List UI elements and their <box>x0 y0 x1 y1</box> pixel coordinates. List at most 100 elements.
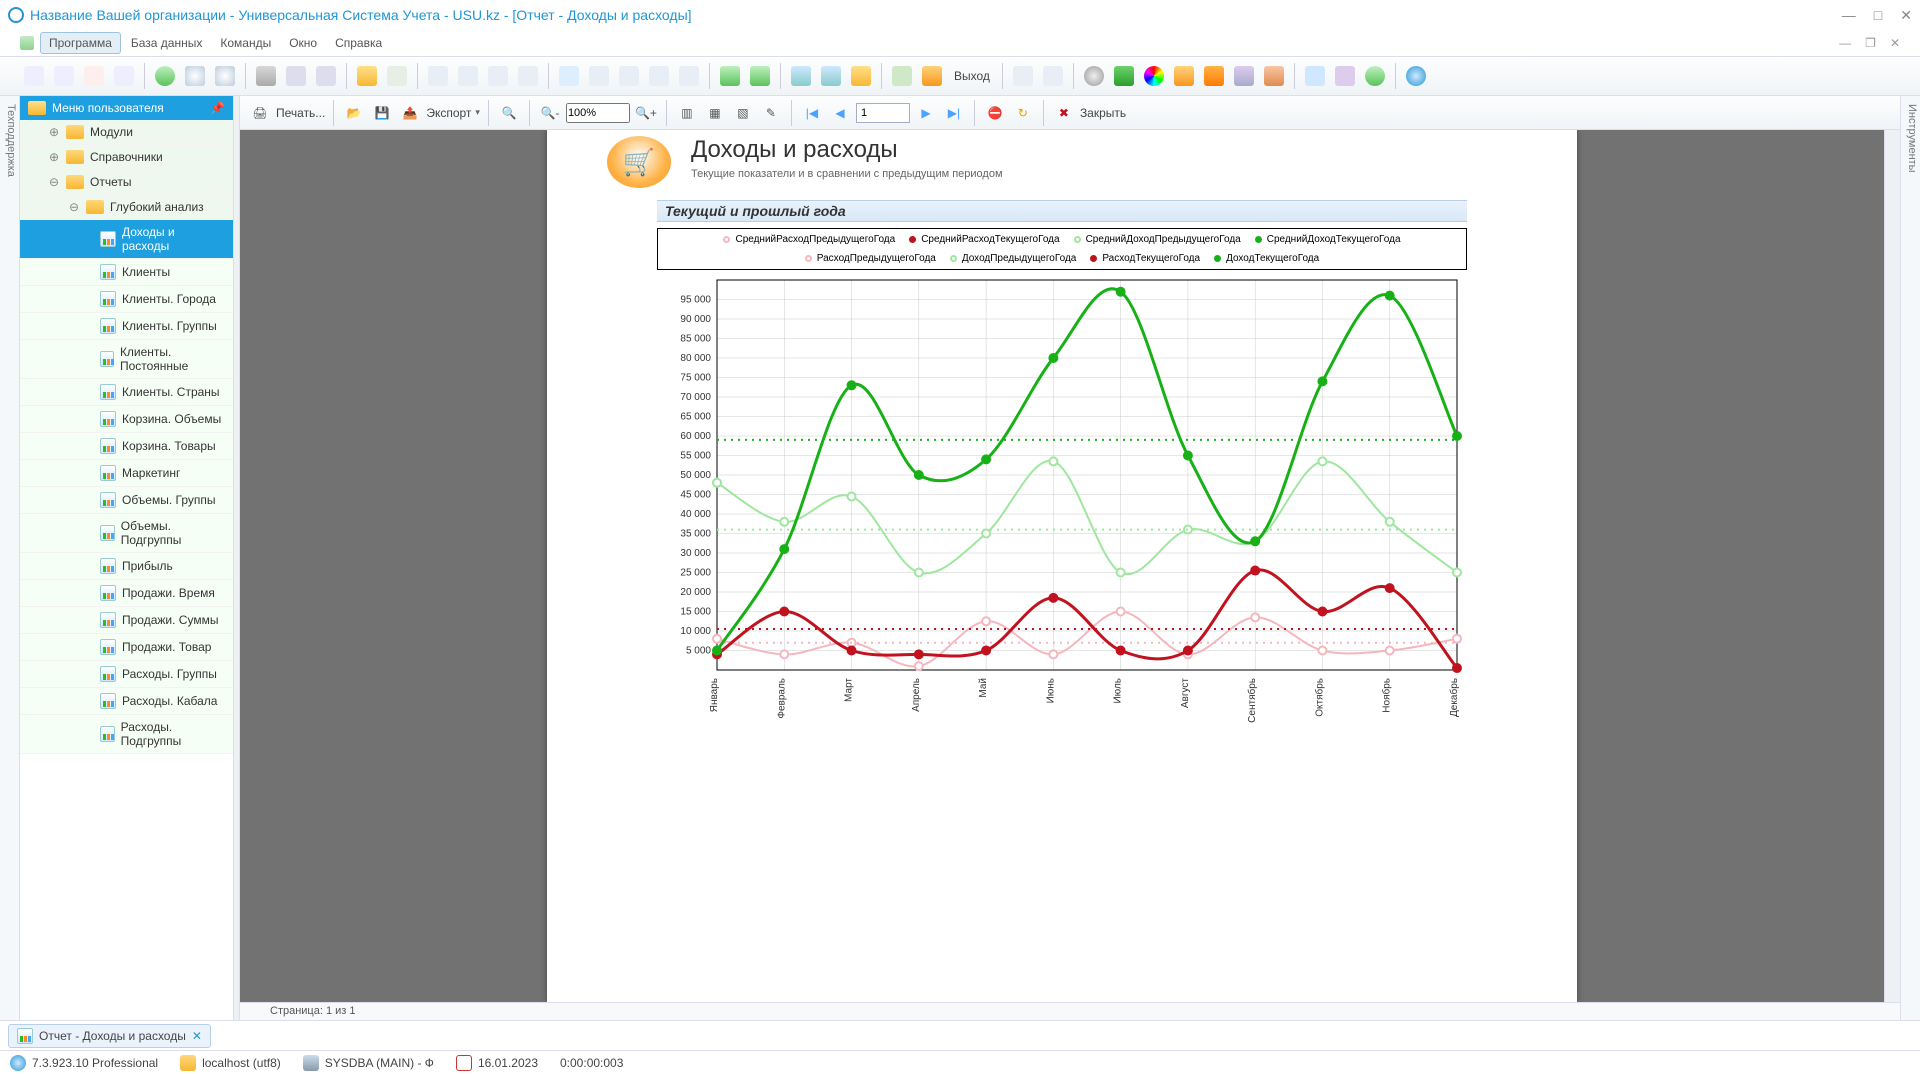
nav-item-11[interactable]: Прибыль <box>20 553 233 580</box>
nav-item-8[interactable]: Маркетинг <box>20 460 233 487</box>
minimize-icon[interactable]: — <box>1842 7 1856 24</box>
tb-view-cfg[interactable] <box>817 62 845 90</box>
rt-close-icon[interactable]: ✖ <box>1052 101 1076 125</box>
tb-excel2[interactable] <box>746 62 774 90</box>
nav-item-15[interactable]: Расходы. Группы <box>20 661 233 688</box>
tb-tree3[interactable] <box>484 62 512 90</box>
tb-exit-label[interactable]: Выход <box>948 69 996 83</box>
tb-refresh[interactable] <box>151 62 179 90</box>
tb-filter3[interactable] <box>312 62 340 90</box>
tb-edit[interactable] <box>80 62 108 90</box>
rt-next-icon[interactable]: ▶ <box>914 101 938 125</box>
rt-close[interactable]: Закрыть <box>1080 106 1126 120</box>
tb-plug[interactable] <box>888 62 916 90</box>
tab-close-icon[interactable]: ✕ <box>192 1029 202 1043</box>
rt-layout4[interactable]: ✎ <box>759 101 783 125</box>
rt-zoom-in-icon[interactable]: 🔍+ <box>634 101 658 125</box>
menu-program[interactable]: Программа <box>40 32 121 54</box>
report-scrollbar[interactable] <box>1884 130 1900 1002</box>
nav-item-14[interactable]: Продажи. Товар <box>20 634 233 661</box>
tb-new[interactable] <box>20 62 48 90</box>
tb-print[interactable] <box>1331 62 1359 90</box>
tb-user[interactable] <box>1230 62 1258 90</box>
nav-item-9[interactable]: Объемы. Группы <box>20 487 233 514</box>
left-dock-tab[interactable]: Техподдержка <box>0 96 20 1020</box>
tb-tbl4[interactable] <box>675 62 703 90</box>
tb-panel1[interactable] <box>1009 62 1037 90</box>
menu-window[interactable]: Окно <box>281 33 325 53</box>
tb-add[interactable] <box>555 62 583 90</box>
rt-open-icon[interactable]: 📂 <box>342 101 366 125</box>
report-viewport[interactable]: 🛒 Доходы и расходы Текущие показатели и … <box>240 130 1884 1002</box>
rt-first-icon[interactable]: |◀ <box>800 101 824 125</box>
tb-color[interactable] <box>1140 62 1168 90</box>
rt-print[interactable]: Печать... <box>276 106 325 120</box>
close-icon[interactable]: ✕ <box>1900 7 1912 24</box>
tb-tbl3[interactable] <box>645 62 673 90</box>
mdi-restore-icon[interactable]: ❐ <box>1865 36 1876 50</box>
tb-view-del[interactable] <box>787 62 815 90</box>
rt-layout2[interactable]: ▦ <box>703 101 727 125</box>
nav-item-0[interactable]: Доходы и расходы <box>20 220 233 259</box>
mdi-minimize-icon[interactable]: — <box>1839 36 1851 50</box>
tb-flag[interactable] <box>353 62 381 90</box>
tb-info[interactable] <box>1402 62 1430 90</box>
rt-layout3[interactable]: ▧ <box>731 101 755 125</box>
nav-item-3[interactable]: Клиенты. Группы <box>20 313 233 340</box>
tb-rss[interactable] <box>1200 62 1228 90</box>
rt-zoom-out-icon[interactable]: 🔍- <box>538 101 562 125</box>
tb-users[interactable] <box>1260 62 1288 90</box>
tb-filter2[interactable] <box>282 62 310 90</box>
rt-prev-icon[interactable]: ◀ <box>828 101 852 125</box>
tb-tbl2[interactable] <box>615 62 643 90</box>
tb-tbl1[interactable] <box>585 62 613 90</box>
right-dock-tab[interactable]: Инструменты <box>1900 96 1920 1020</box>
menu-commands[interactable]: Команды <box>212 33 279 53</box>
tb-gear[interactable] <box>1080 62 1108 90</box>
tb-panel2[interactable] <box>1039 62 1067 90</box>
rt-page-input[interactable] <box>856 103 910 123</box>
tb-zoom[interactable] <box>211 62 239 90</box>
rt-find-icon[interactable]: 🔍 <box>497 101 521 125</box>
nav-item-12[interactable]: Продажи. Время <box>20 580 233 607</box>
tb-search[interactable] <box>181 62 209 90</box>
tb-exit[interactable] <box>918 62 946 90</box>
doc-tab[interactable]: Отчет - Доходы и расходы ✕ <box>8 1024 211 1048</box>
tb-next[interactable] <box>1361 62 1389 90</box>
nav-item-17[interactable]: Расходы. Подгруппы <box>20 715 233 754</box>
tb-doc[interactable] <box>110 62 138 90</box>
tb-grid[interactable] <box>383 62 411 90</box>
rt-reload-icon[interactable]: ↻ <box>1011 101 1035 125</box>
rt-last-icon[interactable]: ▶| <box>942 101 966 125</box>
nav-item-1[interactable]: Клиенты <box>20 259 233 286</box>
nav-item-6[interactable]: Корзина. Объемы <box>20 406 233 433</box>
nav-deep[interactable]: ⊖Глубокий анализ <box>20 195 233 220</box>
rt-zoom-select[interactable] <box>566 103 630 123</box>
nav-item-5[interactable]: Клиенты. Страны <box>20 379 233 406</box>
menu-help[interactable]: Справка <box>327 33 390 53</box>
rt-stop-icon[interactable]: ⛔ <box>983 101 1007 125</box>
tb-tree2[interactable] <box>454 62 482 90</box>
tb-hand[interactable] <box>1170 62 1198 90</box>
rt-save-icon[interactable]: 💾 <box>370 101 394 125</box>
nav-item-10[interactable]: Объемы. Подгруппы <box>20 514 233 553</box>
maximize-icon[interactable]: □ <box>1874 7 1882 24</box>
nav-item-13[interactable]: Продажи. Суммы <box>20 607 233 634</box>
nav-refs[interactable]: ⊕Справочники <box>20 145 233 170</box>
menu-database[interactable]: База данных <box>123 33 210 53</box>
tb-tree1[interactable] <box>424 62 452 90</box>
tb-excel[interactable] <box>716 62 744 90</box>
tb-tree4[interactable] <box>514 62 542 90</box>
nav-item-16[interactable]: Расходы. Кабала <box>20 688 233 715</box>
nav-item-7[interactable]: Корзина. Товары <box>20 433 233 460</box>
tb-green[interactable] <box>1110 62 1138 90</box>
tb-filter[interactable] <box>252 62 280 90</box>
mdi-close-icon[interactable]: ✕ <box>1890 36 1900 50</box>
tb-copy[interactable] <box>50 62 78 90</box>
rt-export[interactable]: Экспорт <box>426 106 471 120</box>
nav-modules[interactable]: ⊕Модули <box>20 120 233 145</box>
tb-lock[interactable] <box>847 62 875 90</box>
rt-export-icon[interactable]: 📤 <box>398 101 422 125</box>
nav-item-4[interactable]: Клиенты. Постоянные <box>20 340 233 379</box>
tb-grid2[interactable] <box>1301 62 1329 90</box>
